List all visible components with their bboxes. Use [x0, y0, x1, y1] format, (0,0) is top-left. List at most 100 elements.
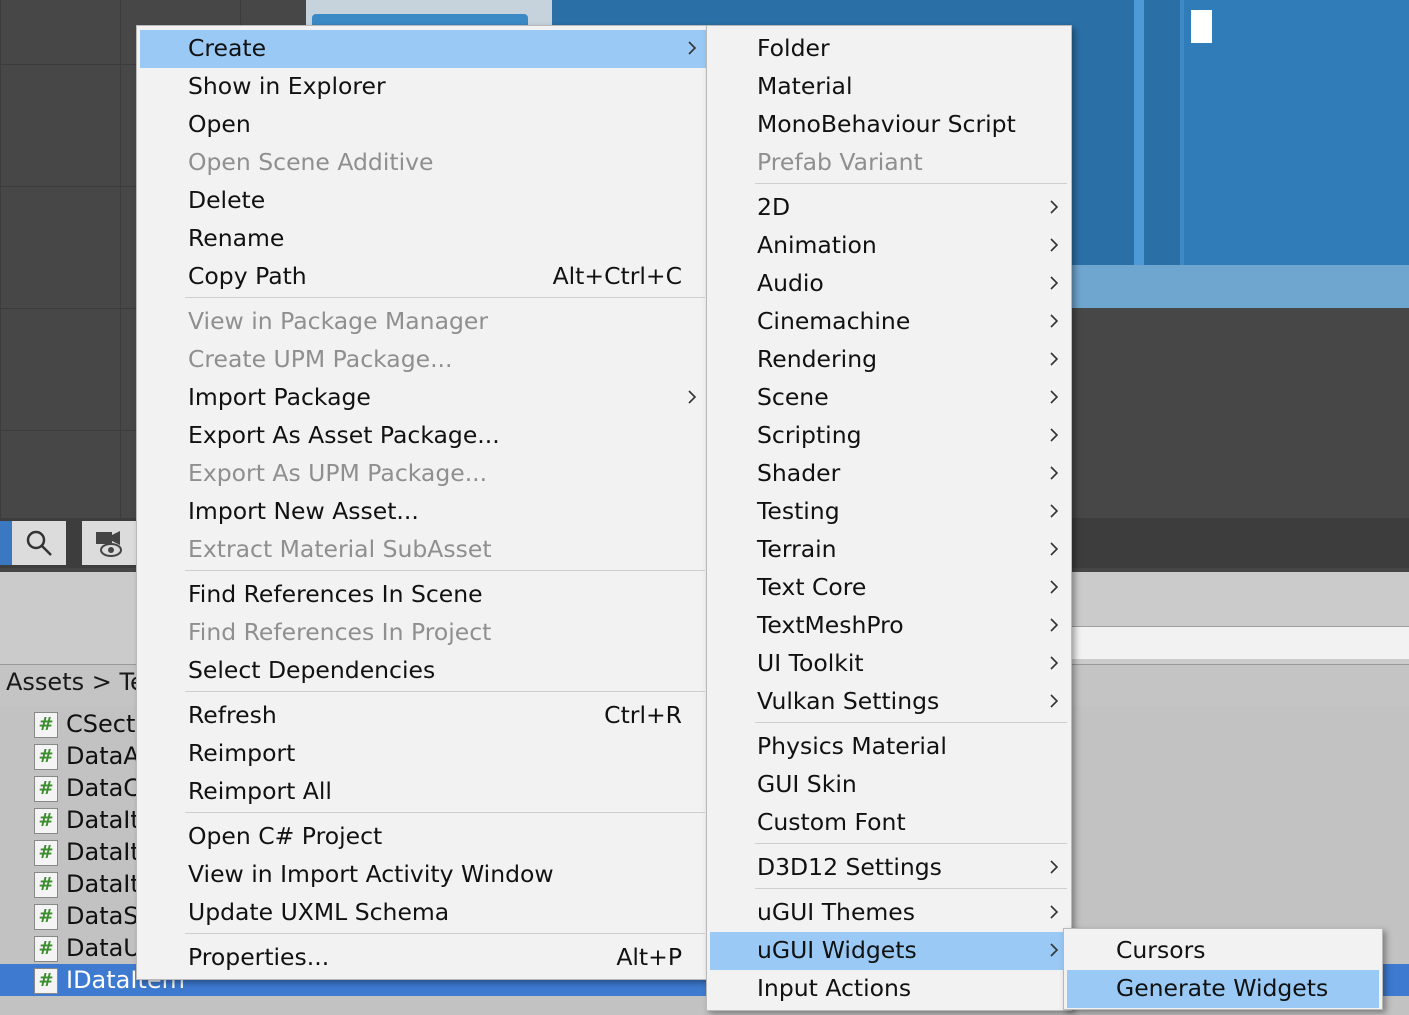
- menu-item-gui-skin[interactable]: GUI Skin: [710, 766, 1068, 804]
- menu-item-create[interactable]: Create: [140, 30, 706, 68]
- search-button[interactable]: [12, 521, 66, 565]
- menu-item-delete[interactable]: Delete: [140, 182, 706, 220]
- menu-item-generate-widgets[interactable]: Generate Widgets: [1067, 970, 1379, 1008]
- menu-item-ui-toolkit[interactable]: UI Toolkit: [710, 645, 1068, 683]
- menu-item-label: Update UXML Schema: [188, 898, 450, 926]
- menu-item-audio[interactable]: Audio: [710, 265, 1068, 303]
- menu-item-input-actions[interactable]: Input Actions: [710, 970, 1068, 1008]
- chevron-right-icon: [1050, 905, 1059, 919]
- project-search-field[interactable]: [1070, 626, 1409, 659]
- menu-item-open[interactable]: Open: [140, 106, 706, 144]
- scene-visibility-button[interactable]: [82, 521, 136, 565]
- scene-ui-panel: [306, 0, 552, 28]
- menu-item-rendering[interactable]: Rendering: [710, 341, 1068, 379]
- menu-item-d3d12-settings[interactable]: D3D12 Settings: [710, 849, 1068, 887]
- menu-item-extract-material-subasset: Extract Material SubAsset: [140, 531, 706, 569]
- menu-item-label: uGUI Widgets: [757, 936, 917, 964]
- menu-item-open-c-project[interactable]: Open C# Project: [140, 818, 706, 856]
- menu-item-find-references-in-scene[interactable]: Find References In Scene: [140, 576, 706, 614]
- chevron-right-icon: [1050, 428, 1059, 442]
- menu-item-label: MonoBehaviour Script: [757, 110, 1016, 138]
- csharp-script-icon: #: [34, 808, 58, 834]
- menu-item-label: Cursors: [1116, 936, 1206, 964]
- ugui-widgets-submenu: Cursors Generate Widgets: [1063, 928, 1383, 1010]
- menu-item-cursors[interactable]: Cursors: [1067, 932, 1379, 970]
- file-name: CSect: [66, 710, 136, 738]
- menu-item-label: Reimport: [188, 739, 296, 767]
- menu-item-update-uxml-schema[interactable]: Update UXML Schema: [140, 894, 706, 932]
- menu-item-scene[interactable]: Scene: [710, 379, 1068, 417]
- menu-item-show-in-explorer[interactable]: Show in Explorer: [140, 68, 706, 106]
- chevron-right-icon: [1050, 943, 1059, 957]
- menu-item-label: Custom Font: [757, 808, 906, 836]
- menu-item-label: D3D12 Settings: [757, 853, 942, 881]
- menu-item-textmeshpro[interactable]: TextMeshPro: [710, 607, 1068, 645]
- menu-item-open-scene-additive: Open Scene Additive: [140, 144, 706, 182]
- menu-item-shortcut: Alt+Ctrl+C: [552, 262, 682, 290]
- menu-separator: [185, 297, 705, 298]
- menu-item-material[interactable]: Material: [710, 68, 1068, 106]
- menu-item-scripting[interactable]: Scripting: [710, 417, 1068, 455]
- menu-item-2d[interactable]: 2D: [710, 189, 1068, 227]
- menu-item-view-in-import-activity-window[interactable]: View in Import Activity Window: [140, 856, 706, 894]
- menu-item-vulkan-settings[interactable]: Vulkan Settings: [710, 683, 1068, 721]
- menu-item-label: Select Dependencies: [188, 656, 436, 684]
- camera-eye-icon: [96, 531, 122, 557]
- chevron-right-icon: [1050, 466, 1059, 480]
- menu-item-terrain[interactable]: Terrain: [710, 531, 1068, 569]
- menu-item-label: TextMeshPro: [757, 611, 904, 639]
- menu-item-rename[interactable]: Rename: [140, 220, 706, 258]
- menu-item-shader[interactable]: Shader: [710, 455, 1068, 493]
- menu-item-animation[interactable]: Animation: [710, 227, 1068, 265]
- menu-item-label: Open C# Project: [188, 822, 383, 850]
- menu-item-import-new-asset[interactable]: Import New Asset...: [140, 493, 706, 531]
- csharp-script-icon: #: [34, 872, 58, 898]
- menu-item-copy-path[interactable]: Copy Path Alt+Ctrl+C: [140, 258, 706, 296]
- menu-item-folder[interactable]: Folder: [710, 30, 1068, 68]
- menu-item-label: Material: [757, 72, 853, 100]
- menu-item-label: Testing: [757, 497, 840, 525]
- menu-separator: [755, 843, 1067, 844]
- file-name: DataIt: [66, 838, 140, 866]
- menu-item-testing[interactable]: Testing: [710, 493, 1068, 531]
- menu-separator: [185, 691, 705, 692]
- menu-item-reimport-all[interactable]: Reimport All: [140, 773, 706, 811]
- csharp-script-icon: #: [34, 840, 58, 866]
- menu-separator: [755, 183, 1067, 184]
- create-submenu: Folder Material MonoBehaviour Script Prefab…: [706, 25, 1072, 1011]
- menu-item-label: Show in Explorer: [188, 72, 386, 100]
- menu-item-label: Terrain: [757, 535, 837, 563]
- menu-item-ugui-widgets[interactable]: uGUI Widgets: [710, 932, 1068, 970]
- csharp-script-icon: #: [34, 712, 58, 738]
- menu-item-export-as-asset-package[interactable]: Export As Asset Package...: [140, 417, 706, 455]
- chevron-right-icon: [1050, 314, 1059, 328]
- menu-item-select-dependencies[interactable]: Select Dependencies: [140, 652, 706, 690]
- menu-item-reimport[interactable]: Reimport: [140, 735, 706, 773]
- breadcrumb[interactable]: Assets > Te: [6, 668, 145, 696]
- menu-item-import-package[interactable]: Import Package: [140, 379, 706, 417]
- menu-item-text-core[interactable]: Text Core: [710, 569, 1068, 607]
- menu-item-label: Reimport All: [188, 777, 332, 805]
- menu-item-label: Vulkan Settings: [757, 687, 940, 715]
- menu-item-physics-material[interactable]: Physics Material: [710, 728, 1068, 766]
- menu-item-label: Prefab Variant: [757, 148, 923, 176]
- menu-item-refresh[interactable]: Refresh Ctrl+R: [140, 697, 706, 735]
- menu-item-label: Scene: [757, 383, 829, 411]
- scene-scrollbar-element: [1134, 0, 1144, 265]
- menu-item-label: Extract Material SubAsset: [188, 535, 492, 563]
- menu-item-view-in-package-manager: View in Package Manager: [140, 303, 706, 341]
- menu-separator: [185, 570, 705, 571]
- file-name: DataC: [66, 774, 141, 802]
- menu-item-ugui-themes[interactable]: uGUI Themes: [710, 894, 1068, 932]
- chevron-right-icon: [1050, 542, 1059, 556]
- menu-item-custom-font[interactable]: Custom Font: [710, 804, 1068, 842]
- menu-item-label: Audio: [757, 269, 824, 297]
- menu-item-properties[interactable]: Properties... Alt+P: [140, 939, 706, 977]
- menu-item-monobehaviour-script[interactable]: MonoBehaviour Script: [710, 106, 1068, 144]
- menu-item-cinemachine[interactable]: Cinemachine: [710, 303, 1068, 341]
- menu-item-label: Shader: [757, 459, 841, 487]
- menu-item-label: Rendering: [757, 345, 878, 373]
- menu-item-label: Export As Asset Package...: [188, 421, 500, 449]
- scene-right-panel: [1180, 0, 1409, 265]
- menu-item-label: Cinemachine: [757, 307, 911, 335]
